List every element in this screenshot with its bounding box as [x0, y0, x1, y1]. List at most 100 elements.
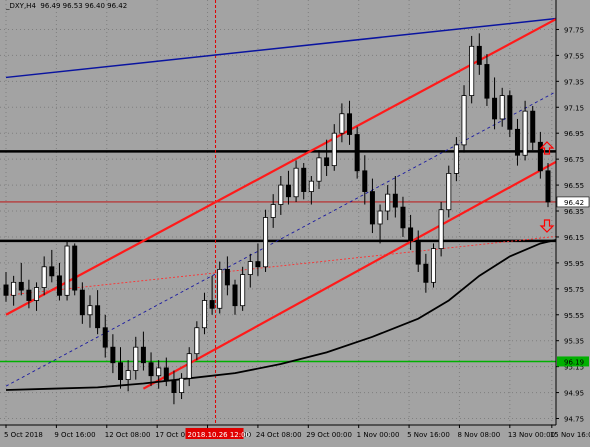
candle-body	[530, 110, 536, 143]
candle	[484, 54, 490, 106]
candle	[140, 331, 146, 371]
candle-body	[499, 95, 505, 120]
candle	[469, 35, 475, 104]
candle	[11, 275, 17, 306]
candle	[514, 118, 520, 166]
candle-body	[56, 275, 62, 296]
candle	[278, 176, 284, 215]
price-tick-label: 96.15	[564, 234, 584, 242]
candle	[95, 290, 101, 335]
candle-body	[163, 367, 169, 382]
candle-body	[438, 209, 444, 250]
candle-body	[377, 210, 383, 225]
candle	[308, 176, 314, 205]
candle-body	[278, 184, 284, 205]
candles	[3, 33, 551, 405]
candle-body	[171, 380, 177, 393]
candle-body	[453, 144, 459, 174]
current-price-label: 96.42	[564, 199, 584, 207]
candle-body	[308, 180, 314, 192]
candle	[369, 178, 375, 234]
candle-body	[514, 128, 520, 156]
candle	[507, 90, 513, 138]
candle-body	[339, 113, 345, 134]
time-tick-label: 5 Oct 2018	[4, 431, 43, 439]
candle	[270, 194, 276, 228]
candle	[263, 209, 269, 272]
price-axis: 97.75 97.55 97.35 97.15 96.95 96.75 96.55 96.35…	[555, 0, 590, 443]
candle	[224, 256, 230, 296]
candle-body	[316, 157, 322, 182]
candle-body	[362, 170, 368, 192]
candle	[362, 155, 368, 205]
price-tick-label: 95.55	[564, 312, 584, 320]
candle	[194, 321, 200, 361]
time-tick-label: 9 Oct 16:00	[54, 431, 95, 439]
price-tick-label: 97.55	[564, 52, 584, 60]
price-tick-label: 96.75	[564, 156, 584, 164]
price-tick-label: 95.95	[564, 260, 584, 268]
candle	[446, 165, 452, 218]
candle-body	[484, 64, 490, 99]
candle	[148, 352, 154, 387]
symbol-header: _DXY,H4 96.49 96.53 96.40 96.42	[6, 2, 127, 10]
candle-body	[545, 170, 551, 203]
candle-body	[156, 367, 162, 377]
candle-body	[270, 204, 276, 218]
candle	[87, 295, 93, 328]
candle-body	[201, 300, 207, 329]
candle-body	[41, 266, 47, 288]
candle-body	[522, 110, 528, 156]
candle	[339, 103, 345, 143]
time-tick-label: 24 Oct 08:00	[256, 431, 302, 439]
price-tick-label: 96.35	[564, 208, 584, 216]
candle-body	[11, 281, 17, 296]
time-tick-label: 13 Nov 00:00	[508, 431, 555, 439]
time-tick-label: 29 Oct 00:00	[306, 431, 352, 439]
candle-body	[369, 191, 375, 225]
candle-body	[415, 240, 421, 265]
arrow-down-icon	[539, 219, 555, 233]
candle	[209, 275, 215, 315]
candle-body	[64, 245, 70, 296]
candle-body	[179, 377, 185, 393]
price-tick-label: 95.35	[564, 338, 584, 346]
time-tick-label: 5 Nov 16:00	[407, 431, 450, 439]
candle	[64, 240, 70, 301]
candle-body	[186, 353, 192, 379]
candle-body	[507, 95, 513, 130]
candle	[453, 137, 459, 182]
candle	[56, 262, 62, 301]
price-tick-label: 97.35	[564, 78, 584, 86]
time-axis: 5 Oct 2018 9 Oct 16:00 12 Oct 08:00 17 Oct …	[0, 424, 590, 443]
red-dotted	[5, 235, 564, 296]
candle-body	[331, 132, 337, 167]
candle	[133, 336, 139, 380]
price-tick-label: 97.75	[564, 26, 584, 34]
price-tick-label: 94.75	[564, 416, 584, 424]
candle-body	[263, 217, 269, 268]
candle-body	[423, 263, 429, 283]
candle	[34, 282, 40, 311]
time-tick-label: 8 Nov 08:00	[457, 431, 500, 439]
candle	[171, 370, 177, 405]
price-chart[interactable]: 97.75 97.55 97.35 97.15 96.95 96.75 96.55 96.35…	[0, 0, 590, 443]
candle	[201, 292, 207, 335]
candle-body	[347, 113, 353, 135]
support-price-label: 96.19	[564, 358, 584, 366]
candle	[476, 33, 482, 75]
candle-body	[140, 346, 146, 364]
candle-body	[72, 245, 78, 291]
candle-body	[469, 45, 475, 96]
candle	[492, 77, 498, 130]
candle	[354, 126, 360, 179]
candle-body	[240, 274, 246, 307]
candle	[41, 256, 47, 296]
candle	[186, 347, 192, 387]
price-tick-label: 97.15	[564, 104, 584, 112]
candle	[331, 124, 337, 171]
candle	[72, 243, 78, 296]
candle	[438, 201, 444, 257]
candle-body	[324, 157, 330, 167]
candle	[316, 150, 322, 189]
